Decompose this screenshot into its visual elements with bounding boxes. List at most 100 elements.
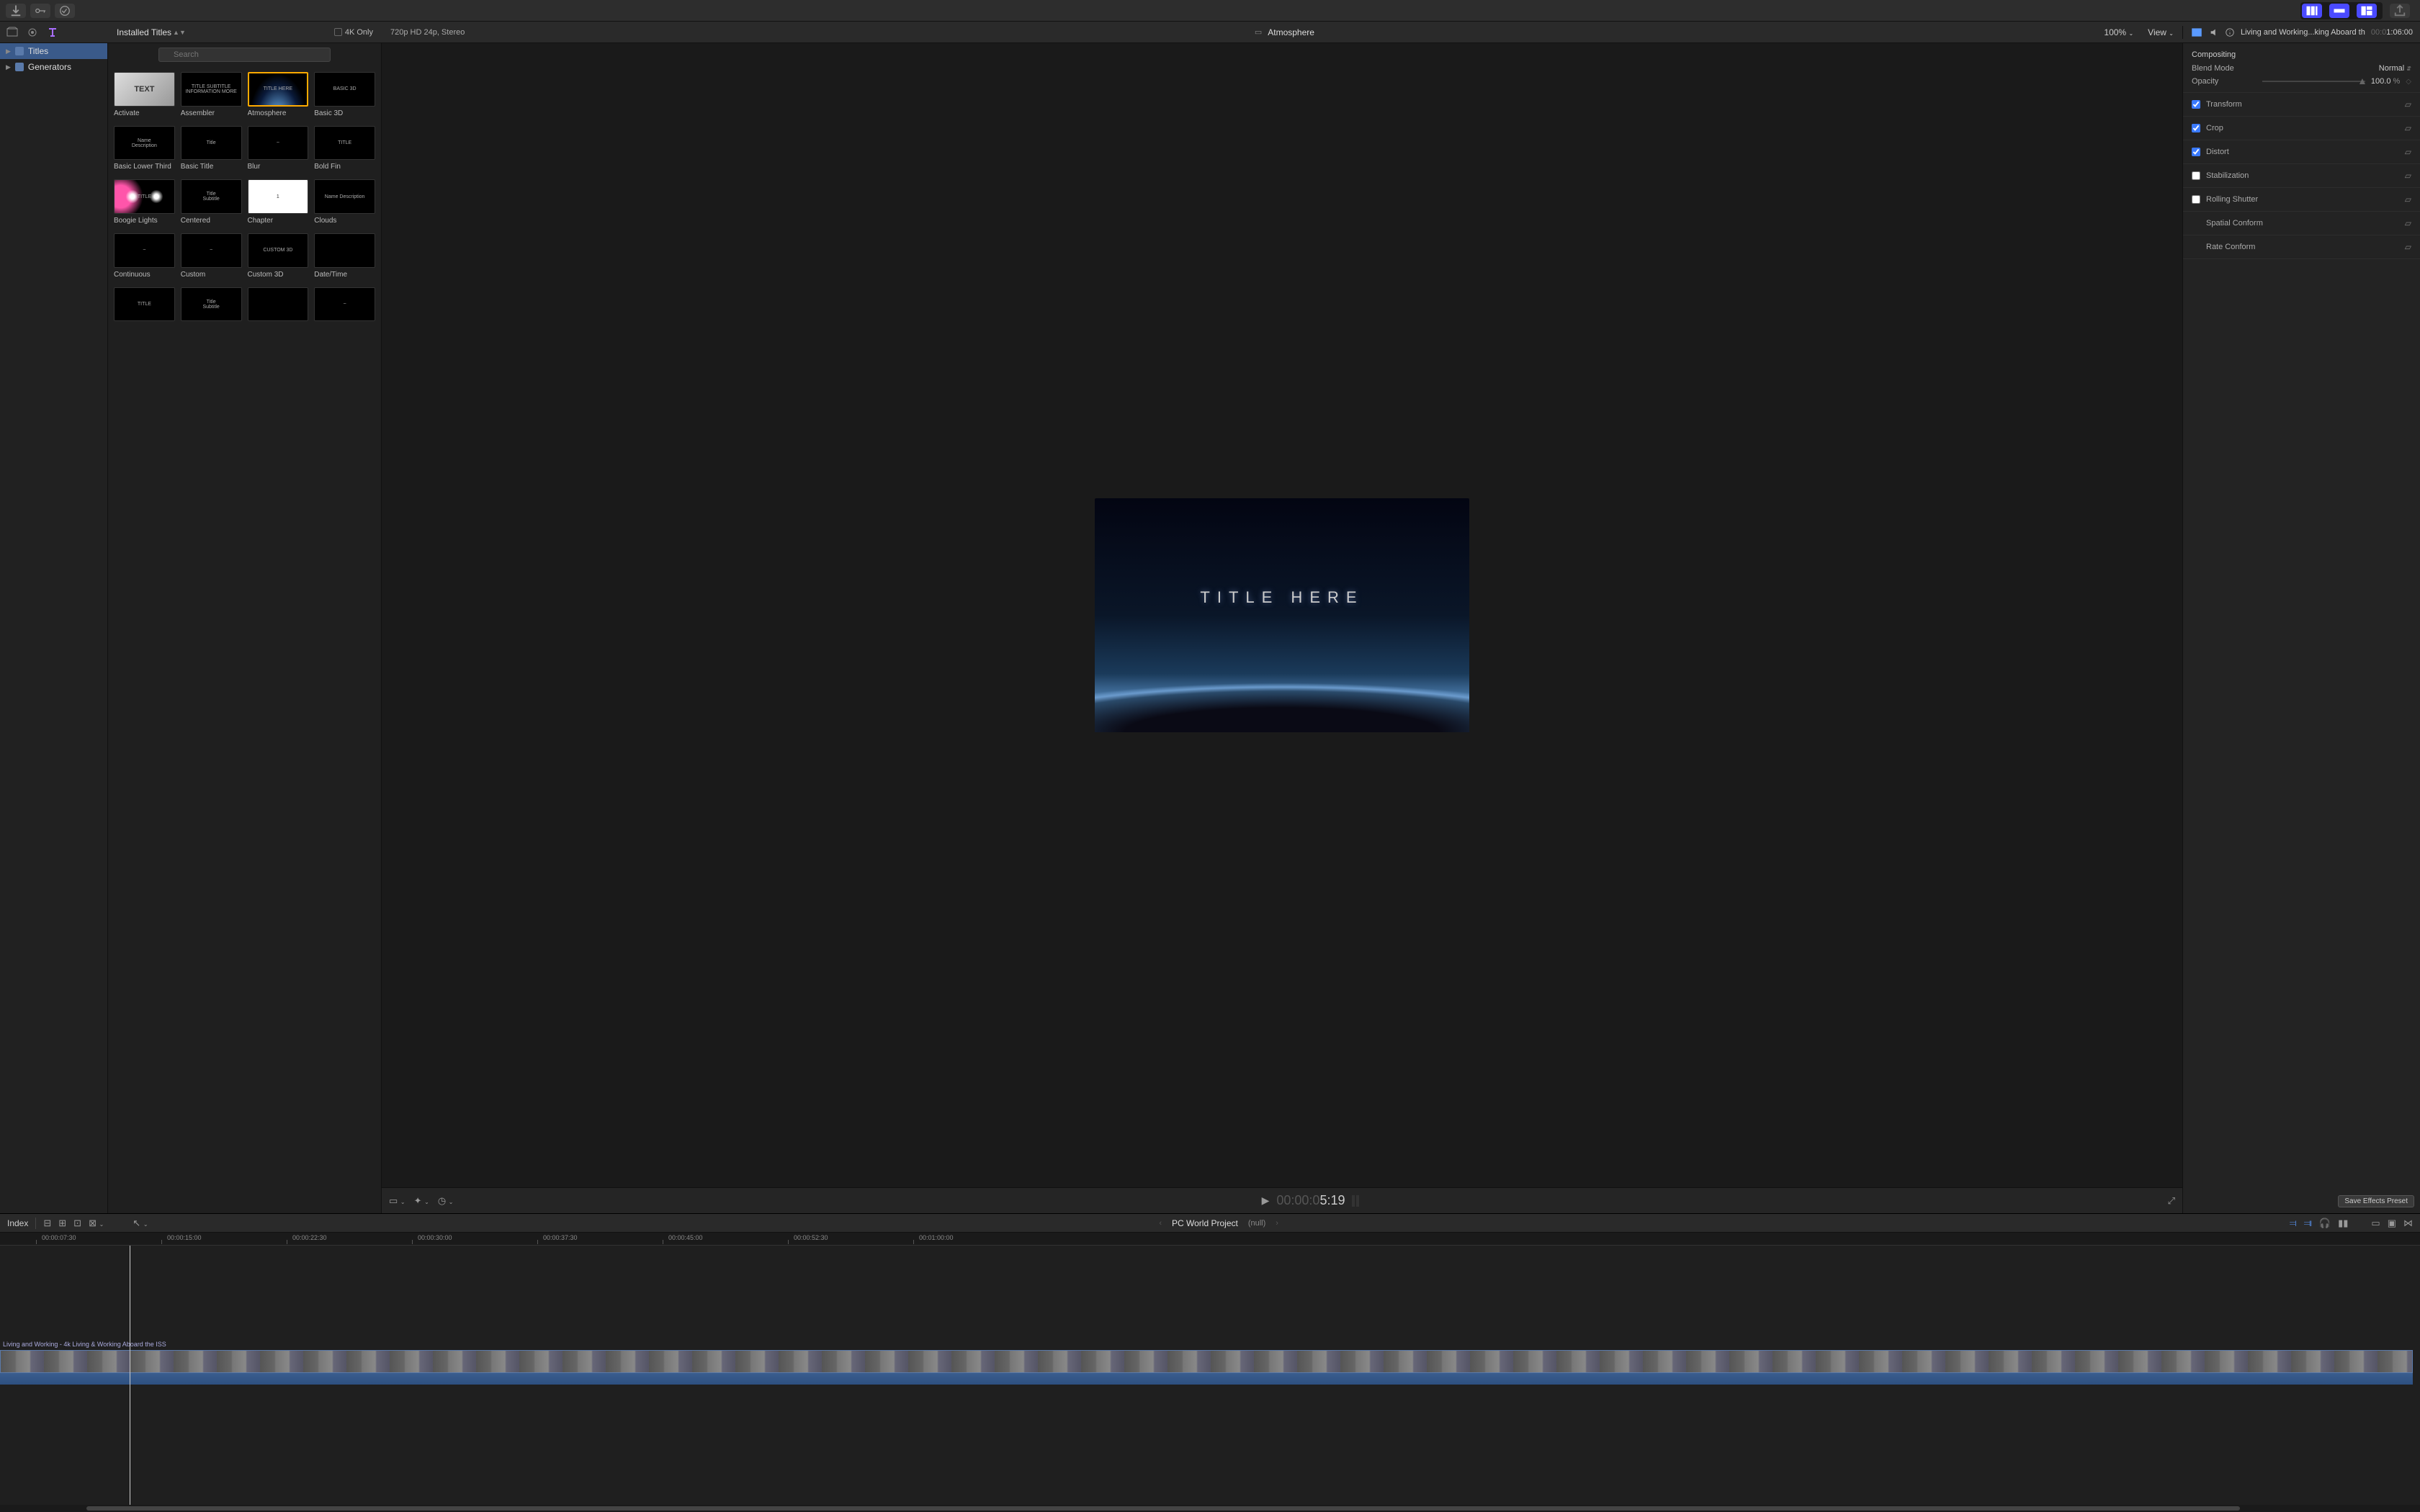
title-item[interactable]: TITLEBold Fin (314, 126, 375, 171)
title-item[interactable]: TEXTActivate (114, 72, 175, 117)
title-item[interactable]: Name DescriptionClouds (314, 179, 375, 225)
title-item[interactable]: TITLEBoogie Lights (114, 179, 175, 225)
transform-tool-dropdown[interactable]: ▭ ⌄ (389, 1195, 405, 1207)
title-item[interactable]: BASIC 3DBasic 3D (314, 72, 375, 117)
fullscreen-button[interactable]: ⤢ (2168, 1195, 2175, 1207)
section-label: Rolling Shutter (2206, 195, 2399, 204)
sidebar-item-titles[interactable]: ▶Titles (0, 43, 107, 59)
sort-icon[interactable]: ▲▼ (173, 29, 186, 36)
title-item[interactable]: TITLE HEREAtmosphere (248, 72, 309, 117)
share-button[interactable] (2390, 4, 2410, 18)
preview-canvas[interactable]: TITLE HERE (1095, 498, 1469, 732)
layout-3-button[interactable] (2357, 4, 2377, 18)
inspector-section-stabilization[interactable]: Stabilization▱ (2183, 164, 2420, 188)
inspector-section-rolling-shutter[interactable]: Rolling Shutter ▱ (2183, 188, 2420, 212)
title-thumbnail: CUSTOM 3D (248, 233, 309, 268)
title-item[interactable]: 1Chapter (248, 179, 309, 225)
keyword-button[interactable] (30, 4, 50, 18)
layout-2-button[interactable] (2329, 4, 2349, 18)
zoom-dropdown[interactable]: 100% ⌄ (2104, 27, 2133, 37)
section-checkbox[interactable] (2192, 171, 2200, 180)
title-item[interactable]: Name DescriptionBasic Lower Third (114, 126, 175, 171)
video-inspector-icon[interactable] (2190, 26, 2203, 39)
photos-library-icon[interactable] (26, 26, 39, 39)
title-thumbnail: TITLE (114, 179, 175, 214)
section-tool-icon[interactable]: ▱ (2405, 147, 2411, 157)
opacity-slider[interactable] (2262, 81, 2365, 82)
title-item[interactable]: Date/Time (314, 233, 375, 279)
select-tool-dropdown[interactable]: ↖ ⌄ (133, 1218, 148, 1229)
view-dropdown[interactable]: View ⌄ (2148, 27, 2174, 37)
skimming-icon[interactable]: ⫤ (2290, 1218, 2297, 1229)
timeline-scrollbar[interactable] (0, 1505, 2420, 1512)
effects-browser-icon[interactable]: ▣ (2388, 1218, 2396, 1229)
append-clip-icon[interactable]: ⊡ (73, 1218, 81, 1229)
section-checkbox[interactable] (2192, 148, 2200, 156)
info-inspector-icon[interactable] (2225, 26, 2235, 39)
sidebar-item-generators[interactable]: ▶Generators (0, 59, 107, 75)
inspector-section-distort[interactable]: Distort▱ (2183, 140, 2420, 164)
prev-edit-icon[interactable]: ‹ (1159, 1219, 1162, 1228)
audio-clip[interactable] (0, 1373, 2413, 1385)
section-tool-icon[interactable]: ▱ (2405, 171, 2411, 181)
inspector-section-transform[interactable]: Transform▱ (2183, 93, 2420, 117)
ruler-mark: 00:01:00:00 (919, 1234, 954, 1241)
title-thumbnail: BASIC 3D (314, 72, 375, 107)
next-edit-icon[interactable]: › (1276, 1219, 1278, 1228)
title-item[interactable]: Title SubtitleCentered (181, 179, 242, 225)
video-clip[interactable] (0, 1350, 2413, 1373)
title-item[interactable]: CUSTOM 3DCustom 3D (248, 233, 309, 279)
section-tool-icon[interactable]: ▱ (2405, 99, 2411, 109)
section-tool-icon[interactable]: ▱ (2405, 242, 2411, 252)
title-item[interactable]: ~Continuous (114, 233, 175, 279)
import-button[interactable] (6, 4, 26, 18)
transitions-browser-icon[interactable]: ⋈ (2403, 1218, 2413, 1229)
scrollbar-thumb[interactable] (86, 1506, 2240, 1511)
title-item[interactable]: ~Blur (248, 126, 309, 171)
play-button[interactable]: ▶ (1262, 1194, 1270, 1207)
section-checkbox[interactable] (2192, 100, 2200, 109)
index-button[interactable]: Index (7, 1218, 28, 1228)
media-library-icon[interactable] (6, 26, 19, 39)
browser-title[interactable]: Installed Titles (117, 27, 171, 37)
save-preset-button[interactable]: Save Effects Preset (2338, 1195, 2414, 1207)
opacity-value[interactable]: 100.0 % (2371, 77, 2400, 86)
insert-clip-icon[interactable]: ⊞ (58, 1218, 66, 1229)
title-label: Basic Title (181, 163, 242, 171)
inspector-section-spatial-conform[interactable]: Spatial Conform▱ (2183, 212, 2420, 235)
title-item[interactable]: ~Custom (181, 233, 242, 279)
section-tool-icon[interactable]: ▱ (2405, 123, 2411, 133)
4k-only-checkbox[interactable] (334, 28, 342, 36)
title-item[interactable]: TITLE SUBTITLE INFORMATION MOREAssembler (181, 72, 242, 117)
inspector-section-crop[interactable]: Crop▱ (2183, 117, 2420, 140)
clip-appearance-icon[interactable]: ▭ (2371, 1218, 2380, 1229)
opacity-keyframe-icon[interactable]: ◇ (2406, 78, 2411, 86)
timeline-body[interactable]: Living and Working - 4k Living & Working… (0, 1246, 2420, 1505)
solo-icon[interactable]: 🎧 (2319, 1218, 2331, 1229)
ruler-mark: 00:00:30:00 (418, 1234, 452, 1241)
title-item[interactable] (248, 287, 309, 325)
section-tool-icon[interactable]: ▱ (2405, 218, 2411, 228)
section-checkbox[interactable] (2192, 195, 2200, 204)
connect-clip-icon[interactable]: ⊟ (43, 1218, 51, 1229)
section-checkbox[interactable] (2192, 124, 2200, 132)
snapping-icon[interactable]: ▮▮ (2338, 1218, 2348, 1229)
audio-inspector-icon[interactable] (2209, 26, 2219, 39)
title-item[interactable]: ~ (314, 287, 375, 325)
blend-mode-dropdown[interactable]: Normal ⇵ (2379, 64, 2411, 73)
title-thumbnail: TEXT (114, 72, 175, 107)
inspector-section-rate-conform[interactable]: Rate Conform▱ (2183, 235, 2420, 259)
section-tool-icon[interactable]: ▱ (2405, 194, 2411, 204)
title-item[interactable]: TitleBasic Title (181, 126, 242, 171)
bg-tasks-button[interactable] (55, 4, 75, 18)
retime-dropdown[interactable]: ◷ ⌄ (438, 1195, 454, 1207)
layout-1-button[interactable] (2302, 4, 2322, 18)
titles-library-icon[interactable] (46, 26, 59, 39)
audio-skimming-icon[interactable]: ⫥ (2304, 1218, 2312, 1229)
overwrite-clip-icon[interactable]: ⊠ ⌄ (89, 1218, 104, 1229)
title-item[interactable]: TITLE (114, 287, 175, 325)
timeline-ruler[interactable]: 00:00:07:3000:00:15:0000:00:22:3000:00:3… (0, 1233, 2420, 1246)
enhance-dropdown[interactable]: ✦ ⌄ (414, 1195, 429, 1207)
title-item[interactable]: Title Subtitle (181, 287, 242, 325)
search-input[interactable] (158, 48, 331, 62)
